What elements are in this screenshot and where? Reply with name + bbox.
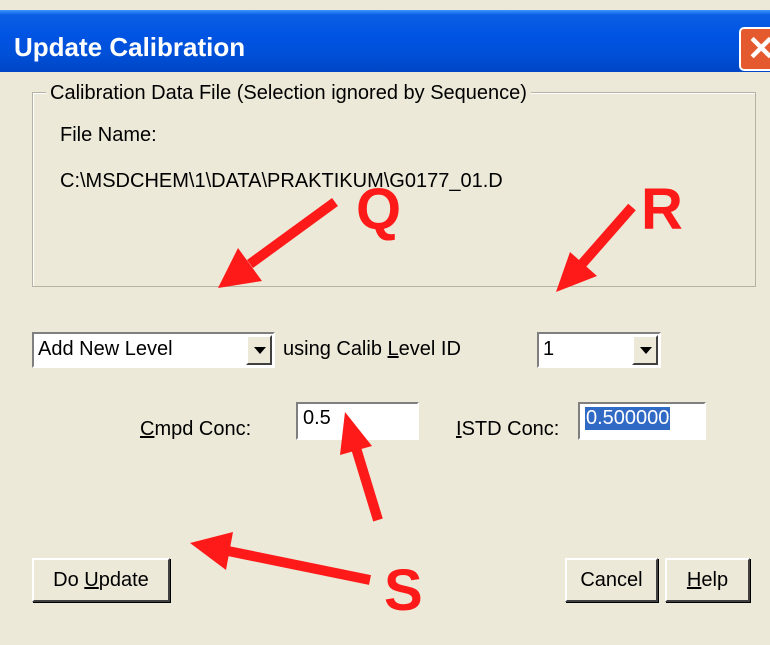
arrow-s-left <box>226 546 372 585</box>
annotation-r: R <box>641 177 683 242</box>
update-calibration-dialog: Update Calibration ✕ Calibration Data Fi… <box>0 0 770 645</box>
annotation-arrows <box>190 197 636 585</box>
arrow-s-up <box>351 446 383 522</box>
arrow-s-left-head <box>190 532 233 570</box>
arrow-s-up-head <box>340 412 372 455</box>
arrow-q <box>247 197 338 269</box>
annotation-s: S <box>384 558 423 623</box>
annotation-q: Q <box>356 177 402 242</box>
arrow-r <box>578 203 636 268</box>
